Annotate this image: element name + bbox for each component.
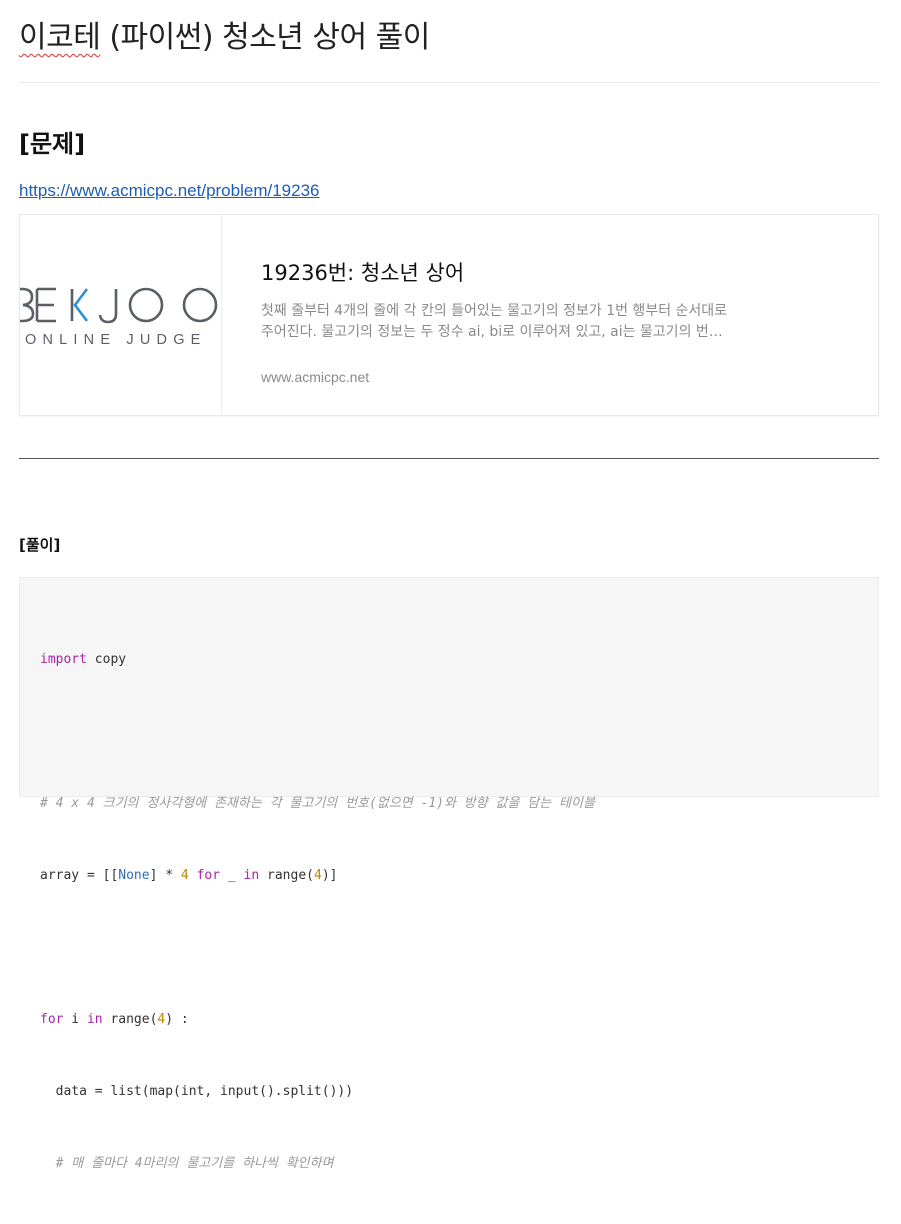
code-text: ] * xyxy=(149,868,181,883)
problem-heading: [문제] xyxy=(19,130,86,158)
code-line-array: array = [[None] * 4 for _ in range(4)] xyxy=(40,864,595,888)
solution-heading: [풀이] xyxy=(19,536,61,554)
keyword-in: in xyxy=(243,868,260,883)
code-text: array = [[ xyxy=(40,868,119,883)
page-title: 이코테 (파이썬) 청소년 상어 풀이 xyxy=(19,12,430,56)
title-rest: (파이썬) 청소년 상어 풀이 xyxy=(100,20,430,55)
code-text: range( xyxy=(102,1012,158,1027)
code-block[interactable]: import copy # 4 x 4 크기의 정사각형에 존재하는 각 물고기… xyxy=(19,577,879,1171)
number-literal: 4 xyxy=(157,1012,166,1027)
code-text: _ xyxy=(220,868,244,883)
link-preview-card[interactable]: ONLINE JUDGE 19236번: 청소년 상어 첫째 줄부터 4개의 줄… xyxy=(10,214,879,416)
title-prefix: 이코테 xyxy=(19,20,101,55)
baekjoon-logo: ONLINE JUDGE xyxy=(10,287,218,348)
code-line-import: import copy xyxy=(40,648,595,672)
card-description: 첫째 줄부터 4개의 줄에 각 칸의 들어있는 물고기의 정보가 1번 행부터 … xyxy=(261,303,728,340)
logo-subtitle: ONLINE JUDGE xyxy=(25,332,207,348)
keyword-in: in xyxy=(86,1012,103,1027)
code-text: range( xyxy=(259,868,314,883)
card-thumbnail: ONLINE JUDGE xyxy=(10,215,222,415)
code-comment: # 4 x 4 크기의 정사각형에 존재하는 각 물고기의 번호(없으면 -1)… xyxy=(40,796,595,811)
code-line-data: data = list(map(int, input().split())) xyxy=(40,1080,595,1104)
section-divider xyxy=(19,458,879,459)
keyword-import: import xyxy=(40,652,87,667)
code-line-for: for i in range(4) : xyxy=(40,1008,595,1032)
constant-none: None xyxy=(118,868,150,883)
code-text: ) : xyxy=(165,1012,189,1027)
keyword-for: for xyxy=(40,1012,64,1027)
title-divider xyxy=(19,82,879,83)
code-text: copy xyxy=(86,652,127,667)
card-url: www.acmicpc.net xyxy=(261,369,370,385)
number-literal: 4 xyxy=(180,868,189,883)
keyword-for: for xyxy=(196,868,221,883)
card-title: 19236번: 청소년 상어 xyxy=(261,261,465,285)
code-line-comment: # 4 x 4 크기의 정사각형에 존재하는 각 물고기의 번호(없으면 -1)… xyxy=(40,792,595,816)
code-text: )] xyxy=(321,868,338,883)
code-comment: # 매 줄마다 4마리의 물고기를 하나씩 확인하며 xyxy=(40,1156,334,1171)
code-line-comment: # 매 줄마다 4마리의 물고기를 하나씩 확인하며 xyxy=(40,1152,595,1176)
code-text: data = list(map(int, input().split())) xyxy=(40,1084,354,1099)
problem-link[interactable]: https://www.acmicpc.net/problem/19236 xyxy=(19,181,319,201)
code-text: i xyxy=(63,1012,87,1027)
number-literal: 4 xyxy=(313,868,322,883)
code-content: import copy # 4 x 4 크기의 정사각형에 존재하는 각 물고기… xyxy=(40,600,595,1224)
